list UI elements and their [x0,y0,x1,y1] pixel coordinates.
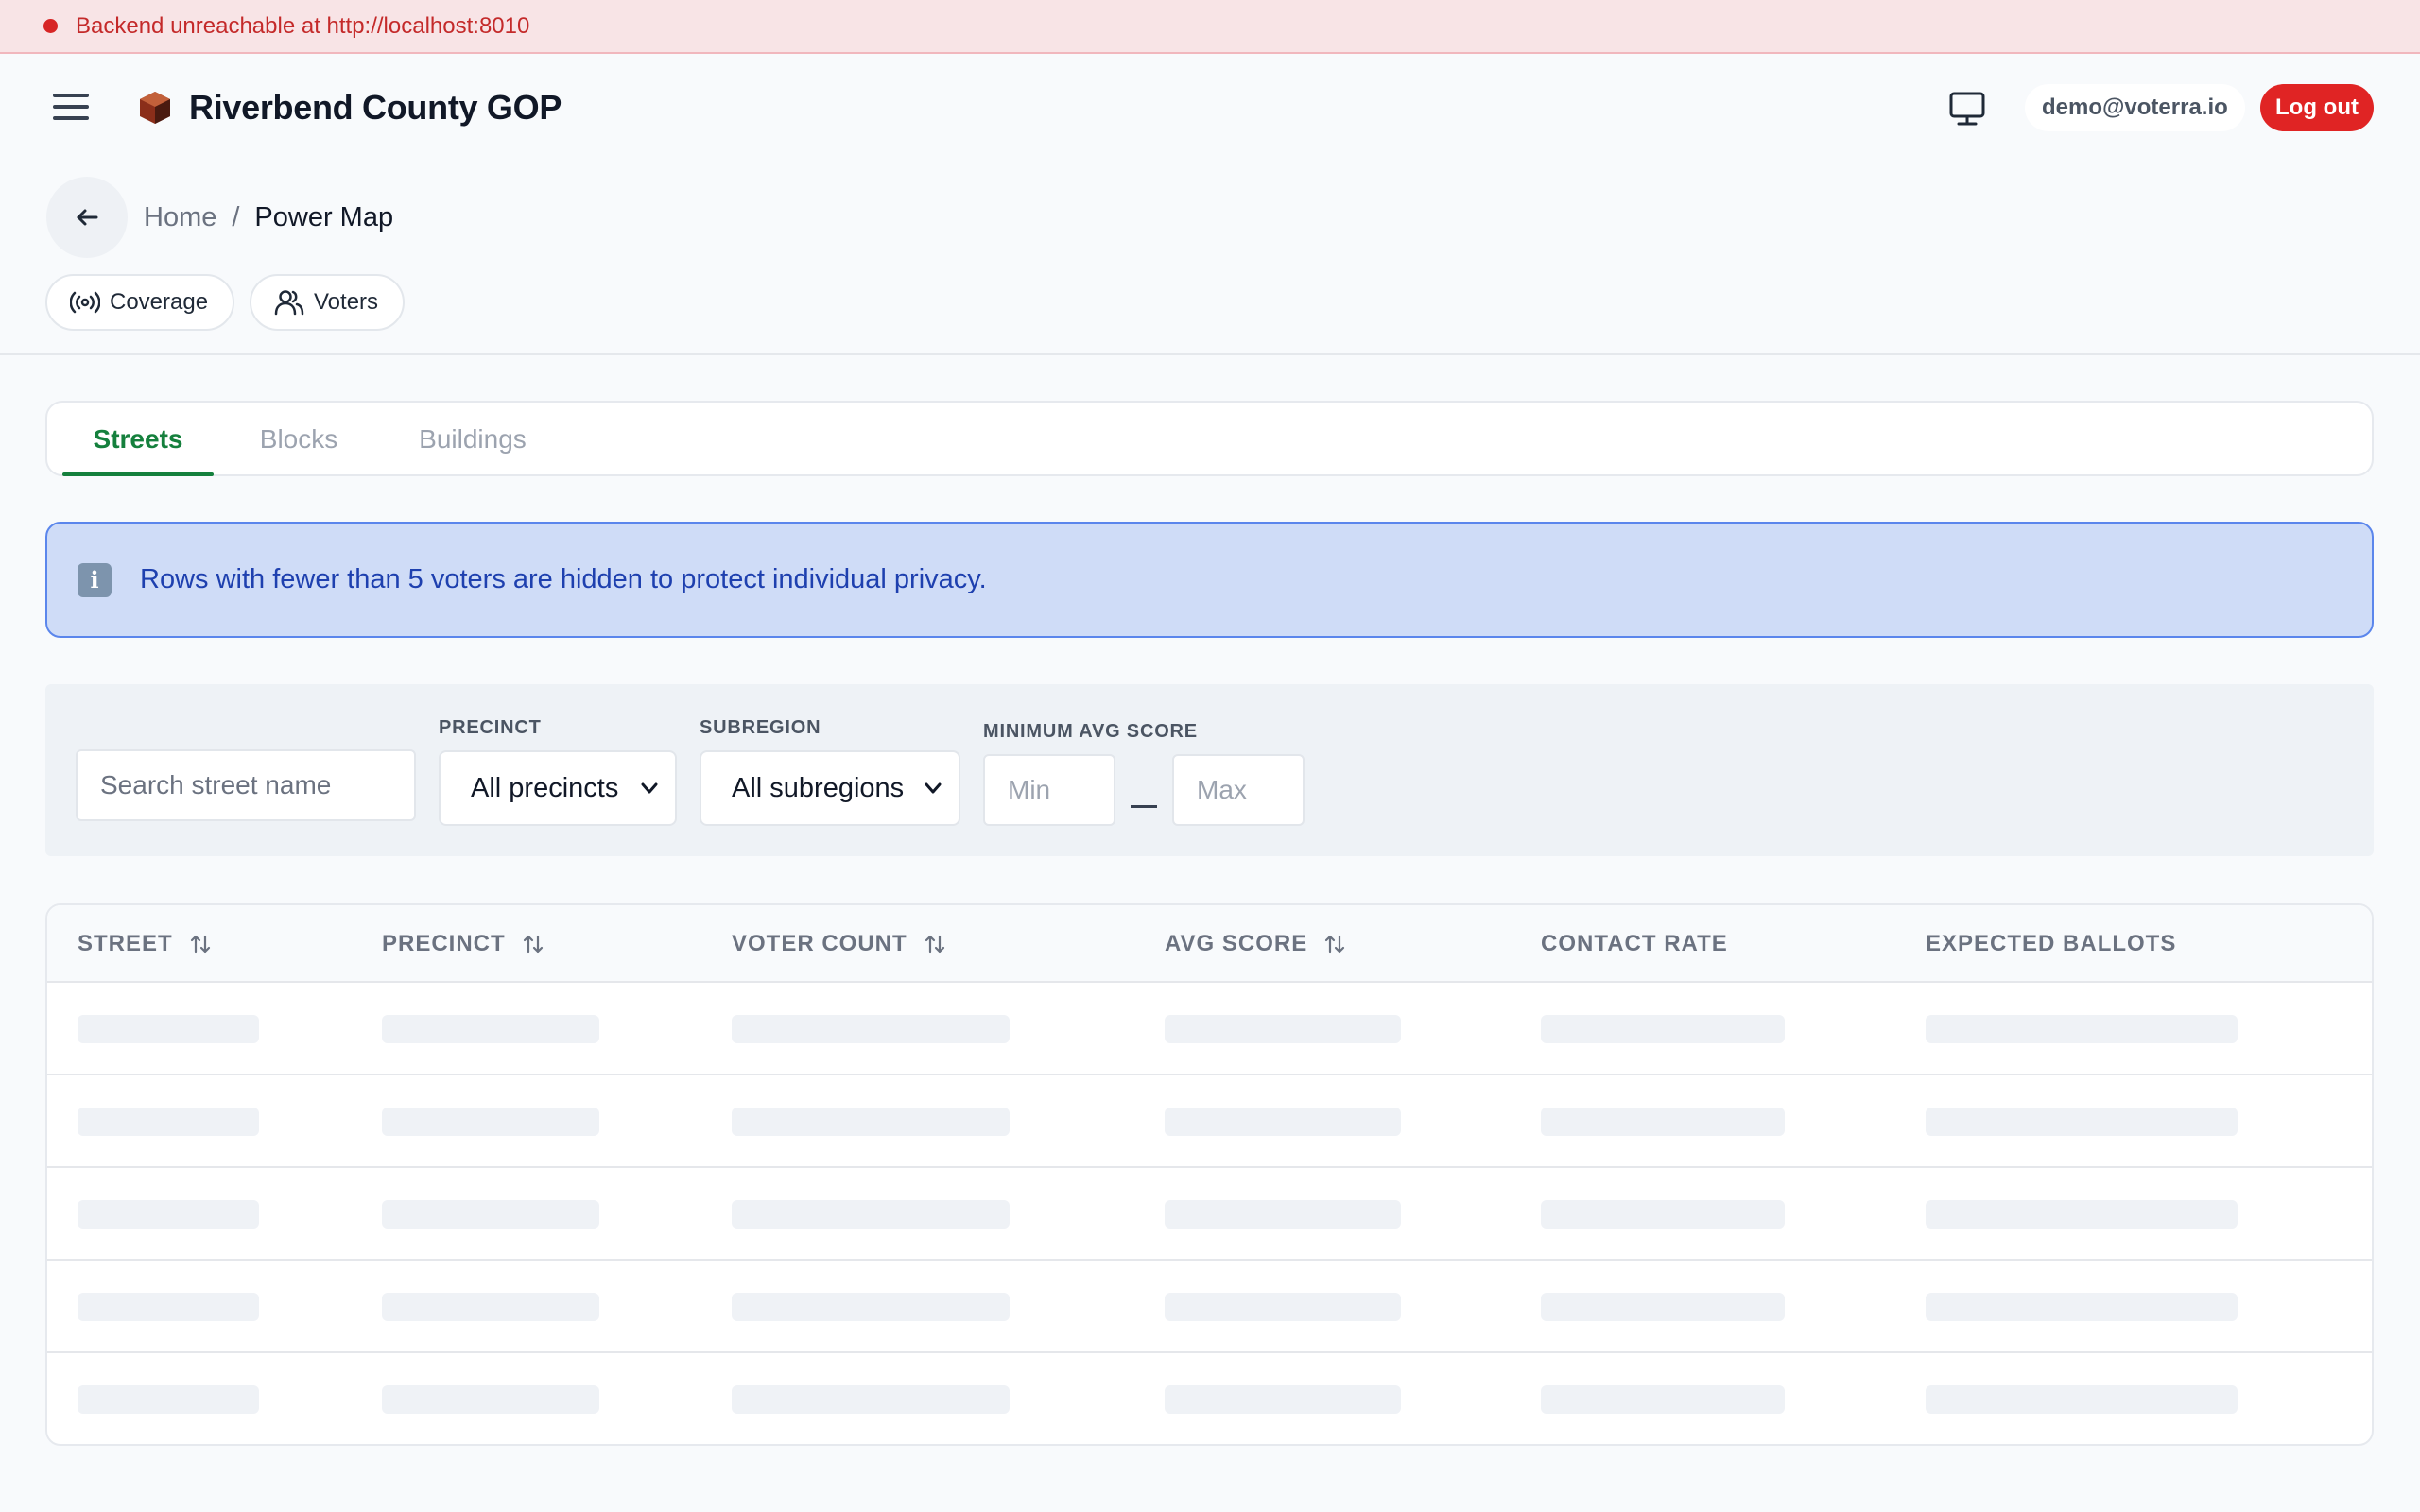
loading-skeleton [732,1293,1010,1321]
loading-skeleton [382,1200,599,1228]
loading-skeleton [1541,1385,1785,1414]
loading-skeleton [382,1385,599,1414]
loading-skeleton [382,1293,599,1321]
loading-skeleton [1165,1015,1401,1043]
breadcrumb-home[interactable]: Home [144,200,216,234]
error-text: Backend unreachable at http://localhost:… [76,12,530,39]
table-row [47,1168,2372,1261]
precinct-label: PRECINCT [439,717,542,738]
coverage-chip[interactable]: Coverage [45,274,234,331]
logo-cube-icon [140,92,170,124]
broadcast-icon [70,291,100,314]
loading-skeleton [1926,1015,2238,1043]
sort-icon[interactable] [1324,934,1345,954]
sort-icon[interactable] [190,934,211,954]
arrow-left-icon [77,209,98,226]
chevron-down-icon [925,782,942,794]
users-icon [274,290,304,316]
loading-skeleton [1926,1293,2238,1321]
loading-skeleton [78,1293,259,1321]
column-header-contact-rate: CONTACT RATE [1541,931,1728,956]
loading-skeleton [1926,1385,2238,1414]
loading-skeleton [1165,1200,1401,1228]
subregion-label: SUBREGION [700,717,821,738]
tab-buildings[interactable]: Buildings [397,403,548,476]
loading-skeleton [78,1108,259,1136]
table-row [47,1261,2372,1353]
voters-chip[interactable]: Voters [250,274,405,331]
loading-skeleton [732,1015,1010,1043]
loading-skeleton [1165,1293,1401,1321]
loading-skeleton [1165,1385,1401,1414]
sort-icon[interactable] [925,934,945,954]
loading-skeleton [1165,1108,1401,1136]
loading-skeleton [78,1015,259,1043]
loading-skeleton [732,1200,1010,1228]
loading-skeleton [1926,1108,2238,1136]
loading-skeleton [732,1108,1010,1136]
loading-skeleton [1541,1108,1785,1136]
loading-skeleton [732,1385,1010,1414]
tab-streets[interactable]: Streets [62,403,214,476]
loading-skeleton [1541,1200,1785,1228]
privacy-info-banner: i Rows with fewer than 5 voters are hidd… [45,522,2374,638]
column-header-street[interactable]: STREET [78,905,211,983]
precinct-select[interactable]: All precincts [439,750,677,826]
tab-blocks[interactable]: Blocks [242,403,355,476]
logout-button[interactable]: Log out [2260,84,2374,131]
org-name: Riverbend County GOP [189,88,562,127]
loading-skeleton [1541,1293,1785,1321]
column-header-voter-count[interactable]: VOTER COUNT [732,905,945,983]
loading-skeleton [78,1385,259,1414]
coverage-label: Coverage [110,289,209,315]
column-header-precinct[interactable]: PRECINCT [382,905,544,983]
table-row [47,1353,2372,1444]
tab-bar: Streets Blocks Buildings [45,401,2374,476]
info-text: Rows with fewer than 5 voters are hidden… [140,564,987,594]
breadcrumb-current: Power Map [254,202,394,232]
loading-skeleton [382,1015,599,1043]
subregion-select-value: All subregions [732,772,905,803]
user-email[interactable]: demo@voterra.io [2025,84,2245,131]
sort-icon[interactable] [523,934,544,954]
loading-skeleton [382,1108,599,1136]
table-row [47,1075,2372,1168]
loading-skeleton [78,1200,259,1228]
streets-table: STREET PRECINCT VOTER COUNT AVG SCORE CO… [45,903,2374,1446]
max-score-input[interactable] [1172,754,1305,826]
subregion-select[interactable]: All subregions [700,750,960,826]
loading-skeleton [1926,1200,2238,1228]
back-button[interactable] [46,177,128,258]
error-dot-icon [43,19,58,33]
voters-label: Voters [314,289,379,315]
loading-skeleton [1541,1015,1785,1043]
menu-icon[interactable] [53,91,89,123]
info-icon: i [78,562,112,597]
error-banner: Backend unreachable at http://localhost:… [0,0,2420,54]
header-divider [0,353,2420,355]
min-score-input[interactable] [983,754,1115,826]
column-header-avg-score[interactable]: AVG SCORE [1165,905,1345,983]
column-header-expected-ballots: EXPECTED BALLOTS [1926,931,2177,956]
table-header: STREET PRECINCT VOTER COUNT AVG SCORE CO… [47,905,2372,983]
chevron-down-icon [641,782,658,794]
table-row [47,983,2372,1075]
min-avg-score-label: MINIMUM AVG SCORE [983,721,1198,742]
search-input[interactable] [76,749,416,821]
breadcrumb: Home / Power Map [144,200,393,234]
range-separator [1131,805,1157,808]
monitor-icon[interactable] [1947,90,1987,128]
precinct-select-value: All precincts [471,772,619,803]
breadcrumb-separator: / [232,202,240,232]
